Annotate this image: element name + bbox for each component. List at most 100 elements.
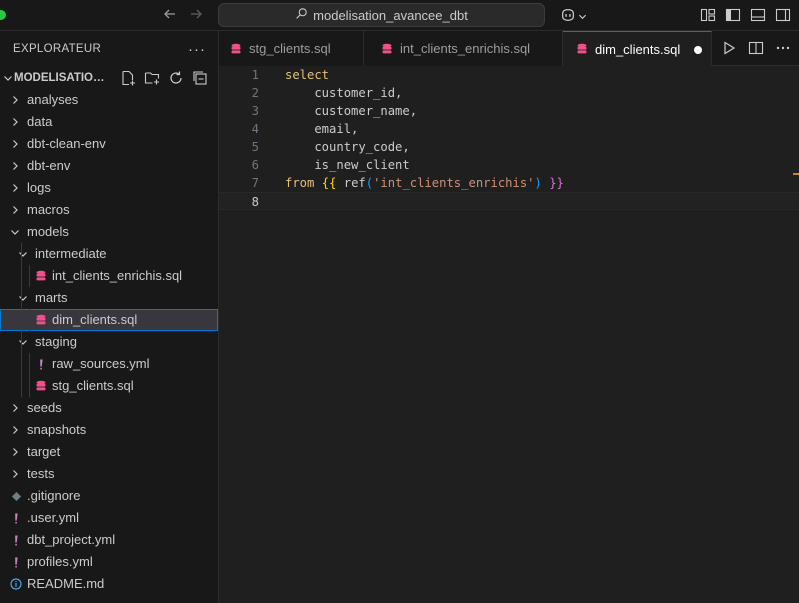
line-number: 8 (251, 195, 259, 209)
tree-item-label: models (27, 224, 69, 239)
more-actions-icon[interactable] (775, 40, 791, 56)
code-line[interactable]: 3 customer_name, (219, 102, 799, 120)
code-token: ref (336, 176, 366, 190)
chevron-right-icon[interactable] (9, 424, 21, 436)
file-int-clients-enrichis-sql[interactable]: int_clients_enrichis.sql (0, 265, 218, 287)
chevron-right-icon[interactable] (9, 402, 21, 414)
code-editor[interactable]: 1 select 2 customer_id, 3 customer_name, 4 e… (219, 66, 799, 603)
chevron-down-icon[interactable] (9, 226, 21, 238)
tree-item-label: marts (35, 290, 68, 305)
code-token: select (285, 68, 330, 82)
file-dim-clients-sql[interactable]: dim_clients.sql (0, 309, 218, 331)
file-tree: analyses data dbt-clean-env dbt-env logs macr… (0, 89, 218, 595)
folder-analyses[interactable]: analyses (0, 89, 218, 111)
explorer-title: EXPLORATEUR (13, 43, 102, 55)
file-profiles-yml[interactable]: profiles.yml (0, 551, 218, 573)
folder-tests[interactable]: tests (0, 463, 218, 485)
file-raw-sources-yml[interactable]: raw_sources.yml (0, 353, 218, 375)
tree-item-label: data (27, 114, 53, 129)
chevron-right-icon[interactable] (9, 138, 21, 150)
chevron-down-icon[interactable] (17, 336, 29, 348)
folder-intermediate[interactable]: intermediate (0, 243, 218, 265)
back-arrow-icon[interactable] (161, 6, 179, 24)
code-token: is_new_client (285, 158, 410, 172)
tree-item-label: logs (27, 180, 51, 195)
run-icon[interactable] (721, 40, 737, 56)
folder-macros[interactable]: macros (0, 199, 218, 221)
line-number: 4 (251, 122, 259, 136)
folder-dbt-env[interactable]: dbt-env (0, 155, 218, 177)
tab-stg-clients[interactable]: stg_clients.sql (219, 31, 364, 66)
command-center-search[interactable]: modelisation_avancee_dbt (218, 3, 545, 27)
folder-data[interactable]: data (0, 111, 218, 133)
code-token: {{ (321, 176, 337, 190)
code-text: is_new_client (285, 156, 410, 174)
database-icon (34, 379, 48, 393)
tree-item-label: tests (27, 466, 55, 481)
explorer-header: EXPLORATEUR ··· (0, 31, 218, 67)
folder-marts[interactable]: marts (0, 287, 218, 309)
new-file-icon[interactable] (120, 70, 136, 86)
tree-item-label: target (27, 444, 61, 459)
tree-item-label: staging (35, 334, 77, 349)
chevron-right-icon[interactable] (9, 182, 21, 194)
folder-dbt-clean-env[interactable]: dbt-clean-env (0, 133, 218, 155)
folder-models[interactable]: models (0, 221, 218, 243)
editor-tab-bar: stg_clients.sql int_clients_enrichis.sql… (219, 31, 799, 66)
file-gitignore[interactable]: .gitignore (0, 485, 218, 507)
code-token: country_code, (285, 140, 410, 154)
code-line[interactable]: 8 (219, 192, 799, 210)
chevron-right-icon[interactable] (9, 446, 21, 458)
forward-arrow-icon[interactable] (187, 6, 205, 24)
indent-guide (29, 375, 30, 397)
toggle-primary-sidebar-icon[interactable] (725, 7, 741, 23)
file-dbt-project-yml[interactable]: dbt_project.yml (0, 529, 218, 551)
folder-snapshots[interactable]: snapshots (0, 419, 218, 441)
line-number: 6 (251, 158, 259, 172)
tree-item-label: raw_sources.yml (52, 356, 150, 371)
folder-staging[interactable]: staging (0, 331, 218, 353)
chevron-right-icon[interactable] (9, 468, 21, 480)
tab-label: int_clients_enrichis.sql (400, 41, 531, 56)
tree-item-label: profiles.yml (27, 554, 93, 569)
tree-item-label: snapshots (27, 422, 87, 437)
code-token: customer_name, (285, 104, 418, 118)
code-line[interactable]: 6 is_new_client (219, 156, 799, 174)
folder-logs[interactable]: logs (0, 177, 218, 199)
code-token: email, (285, 122, 359, 136)
project-section-header[interactable]: MODELISATION_AVANCEE_DBT (0, 67, 218, 89)
file-readme-md[interactable]: README.md (0, 573, 218, 595)
chevron-right-icon[interactable] (9, 204, 21, 216)
tree-item-label: int_clients_enrichis.sql (52, 268, 183, 283)
file-user-yml[interactable]: .user.yml (0, 507, 218, 529)
code-line[interactable]: 4 email, (219, 120, 799, 138)
folder-seeds[interactable]: seeds (0, 397, 218, 419)
new-folder-icon[interactable] (144, 70, 160, 86)
window-zoom-button[interactable] (0, 10, 6, 20)
copilot-button[interactable] (560, 7, 587, 26)
chevron-down-icon[interactable] (17, 292, 29, 304)
code-line[interactable]: 1 select (219, 66, 799, 84)
refresh-icon[interactable] (168, 70, 184, 86)
explorer-more-actions-button[interactable]: ··· (188, 41, 206, 58)
tab-dim-clients[interactable]: dim_clients.sql (563, 31, 712, 66)
chevron-down-icon[interactable] (17, 248, 29, 260)
code-line[interactable]: 7 from {{ ref('int_clients_enrichis') }} (219, 174, 799, 192)
code-line[interactable]: 2 customer_id, (219, 84, 799, 102)
toggle-panel-icon[interactable] (750, 7, 766, 23)
code-text: select (285, 66, 329, 84)
collapse-all-icon[interactable] (192, 70, 208, 86)
unsaved-dot-icon[interactable] (694, 46, 702, 54)
split-editor-icon[interactable] (748, 40, 764, 56)
code-line[interactable]: 5 country_code, (219, 138, 799, 156)
folder-target[interactable]: target (0, 441, 218, 463)
tab-int-clients-enrichis[interactable]: int_clients_enrichis.sql (364, 31, 563, 66)
chevron-right-icon[interactable] (9, 94, 21, 106)
toggle-secondary-sidebar-icon[interactable] (775, 7, 791, 23)
chevron-down-icon (2, 72, 14, 84)
customize-layout-icon[interactable] (700, 7, 716, 23)
chevron-right-icon[interactable] (9, 116, 21, 128)
file-stg-clients-sql[interactable]: stg_clients.sql (0, 375, 218, 397)
chevron-right-icon[interactable] (9, 160, 21, 172)
line-number: 7 (251, 176, 259, 190)
